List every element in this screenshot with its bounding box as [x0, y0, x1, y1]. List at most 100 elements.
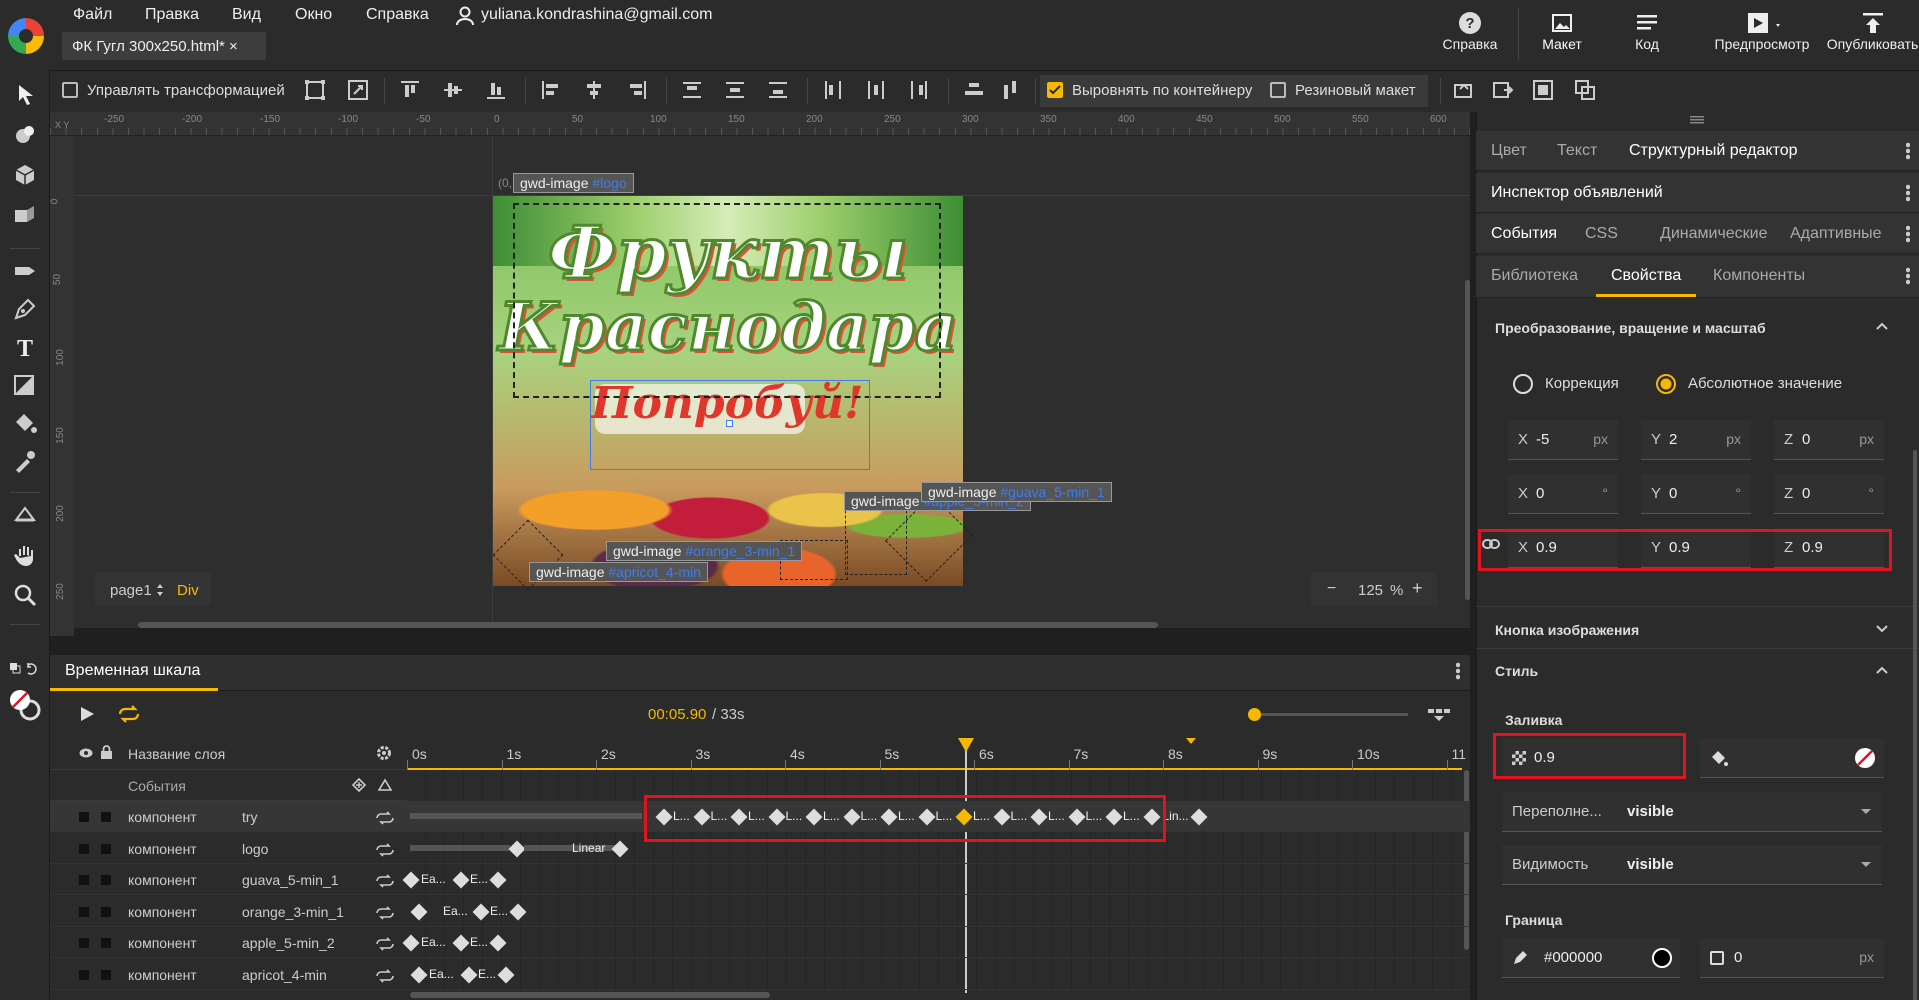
- distribute-middle-icon[interactable]: [724, 79, 746, 101]
- chevron-up-icon[interactable]: [1876, 322, 1888, 330]
- 3d-translate-tool-icon[interactable]: [12, 162, 38, 188]
- rubber-layout-checkbox[interactable]: [1270, 82, 1286, 102]
- 3d-view-tool-icon[interactable]: [12, 502, 38, 528]
- repeat-animation-icon[interactable]: [375, 937, 395, 951]
- preview-button[interactable]: Предпросмотр: [1706, 10, 1818, 52]
- layer-name[interactable]: orange_3-min_1: [242, 904, 344, 920]
- visibility-toggle[interactable]: [79, 843, 89, 854]
- timeline-zoom-thumb[interactable]: [1248, 708, 1261, 721]
- align-right-icon[interactable]: [626, 79, 648, 101]
- lock-toggle[interactable]: [101, 843, 111, 854]
- document-tab[interactable]: ФК Гугл 300x250.html* ×: [62, 32, 266, 60]
- value[interactable]: 0: [1536, 485, 1544, 502]
- space-vertical-icon[interactable]: [963, 79, 985, 101]
- pen-tool-icon[interactable]: [12, 296, 38, 322]
- tab-structure-editor[interactable]: Структурный редактор: [1629, 142, 1798, 160]
- layer-name[interactable]: apple_5-min_2: [242, 935, 335, 951]
- panel-menu-icon[interactable]: [1906, 267, 1910, 285]
- align-middle-icon[interactable]: [442, 79, 464, 101]
- menu-help[interactable]: Справка: [366, 6, 429, 24]
- overflow-field[interactable]: Переполне... visible: [1502, 792, 1882, 832]
- add-event-icon[interactable]: [352, 778, 366, 792]
- lock-toggle[interactable]: [101, 938, 111, 948]
- black-swatch[interactable]: [1652, 948, 1672, 968]
- chevron-up-icon[interactable]: [1876, 666, 1888, 674]
- time-ruler[interactable]: [407, 738, 1462, 770]
- align-container-checkbox[interactable]: [1047, 82, 1063, 102]
- help-button[interactable]: ? Справка: [1433, 10, 1507, 52]
- visibility-toggle[interactable]: [79, 875, 89, 885]
- translate-z-field[interactable]: Z 0 px: [1774, 420, 1884, 460]
- zoom-value[interactable]: 125: [1358, 582, 1383, 599]
- timeline-menu-icon[interactable]: [1456, 662, 1460, 680]
- chevron-down-icon[interactable]: [1860, 861, 1872, 869]
- overflow-value[interactable]: visible: [1627, 803, 1674, 820]
- timeline-title[interactable]: Временная шкала: [65, 662, 200, 680]
- no-color-icon[interactable]: [1854, 747, 1876, 769]
- wrap-icon[interactable]: [1452, 79, 1474, 101]
- menu-edit[interactable]: Правка: [145, 6, 199, 24]
- tab-dynamic[interactable]: Динамические: [1660, 225, 1768, 243]
- stage-vertical-scrollbar[interactable]: [1465, 280, 1470, 600]
- rotate-z-field[interactable]: Z 0 °: [1774, 474, 1884, 514]
- tab-text[interactable]: Текст: [1557, 142, 1597, 160]
- fill-color-field[interactable]: [1700, 738, 1884, 778]
- add-label-icon[interactable]: [378, 778, 392, 792]
- zoom-out-button[interactable]: −: [1327, 580, 1336, 598]
- chevron-down-icon[interactable]: [1860, 808, 1872, 816]
- zoom-in-button[interactable]: +: [1412, 578, 1423, 599]
- align-left-icon[interactable]: [540, 79, 562, 101]
- distribute-top-icon[interactable]: [681, 79, 703, 101]
- publish-button[interactable]: Опубликовать: [1826, 10, 1919, 52]
- value[interactable]: 0: [1669, 485, 1677, 502]
- lock-toggle[interactable]: [101, 969, 111, 980]
- repeat-animation-icon[interactable]: [375, 968, 395, 983]
- value[interactable]: 2: [1669, 431, 1677, 448]
- stage-horizontal-scrollbar[interactable]: [138, 622, 1158, 628]
- radio-absolute[interactable]: [1656, 374, 1676, 394]
- distribute-left-icon[interactable]: [822, 79, 844, 101]
- timeline-options-icon[interactable]: [1428, 709, 1450, 721]
- panel-menu-icon[interactable]: [1906, 142, 1910, 160]
- shape-tool-icon[interactable]: [12, 372, 38, 398]
- lock-toggle[interactable]: [101, 875, 111, 885]
- fill-tool-icon[interactable]: [12, 410, 38, 436]
- style-section[interactable]: Стиль: [1495, 663, 1538, 679]
- hand-tool-icon[interactable]: [12, 542, 38, 568]
- ads-inspector-title[interactable]: Инспектор объявлений: [1491, 184, 1663, 202]
- layer-name[interactable]: apricot_4-min: [242, 967, 327, 983]
- tab-color[interactable]: Цвет: [1491, 142, 1527, 160]
- translate-y-field[interactable]: Y 2 px: [1641, 420, 1751, 460]
- visibility-toggle[interactable]: [79, 906, 89, 917]
- tag-logo[interactable]: gwd-image #logo: [513, 173, 634, 193]
- zoom-tool-icon[interactable]: [12, 582, 38, 608]
- radio-correction[interactable]: [1513, 374, 1533, 394]
- tab-components[interactable]: Компоненты: [1713, 267, 1805, 285]
- tag-guava[interactable]: gwd-image #guava_5-min_1: [921, 482, 1112, 502]
- 3d-object-tool-icon[interactable]: [12, 202, 38, 228]
- timeline-horizontal-scrollbar[interactable]: [410, 992, 770, 998]
- swap-colors-icon[interactable]: [8, 660, 42, 676]
- drag-handle-icon[interactable]: [1690, 116, 1704, 124]
- visibility-value[interactable]: visible: [1627, 856, 1674, 873]
- border-width-field[interactable]: 0 px: [1700, 938, 1884, 978]
- logo-selection[interactable]: [513, 203, 941, 398]
- rotate-x-field[interactable]: X 0 °: [1508, 474, 1618, 514]
- space-horizontal-icon[interactable]: [1000, 79, 1022, 101]
- visibility-toggle[interactable]: [79, 969, 89, 980]
- transform-origin-handle[interactable]: [726, 420, 733, 427]
- lock-icon[interactable]: [101, 745, 112, 759]
- playhead-handle[interactable]: [957, 738, 974, 752]
- repeat-animation-icon[interactable]: [375, 842, 395, 857]
- tab-events[interactable]: События: [1491, 225, 1557, 243]
- repeat-animation-icon[interactable]: [375, 811, 395, 825]
- image-button-section[interactable]: Кнопка изображения: [1495, 622, 1639, 638]
- 3d-rotate-tool-icon[interactable]: [12, 122, 38, 148]
- panel-scrollbar[interactable]: [1913, 450, 1917, 1000]
- layer-name[interactable]: logo: [242, 841, 268, 857]
- settings-gear-icon[interactable]: [376, 745, 392, 761]
- layer-name[interactable]: try: [242, 809, 258, 825]
- timeline-zoom-slider[interactable]: [1258, 713, 1408, 716]
- layout-button[interactable]: Макет: [1525, 10, 1599, 52]
- value[interactable]: 0: [1802, 431, 1810, 448]
